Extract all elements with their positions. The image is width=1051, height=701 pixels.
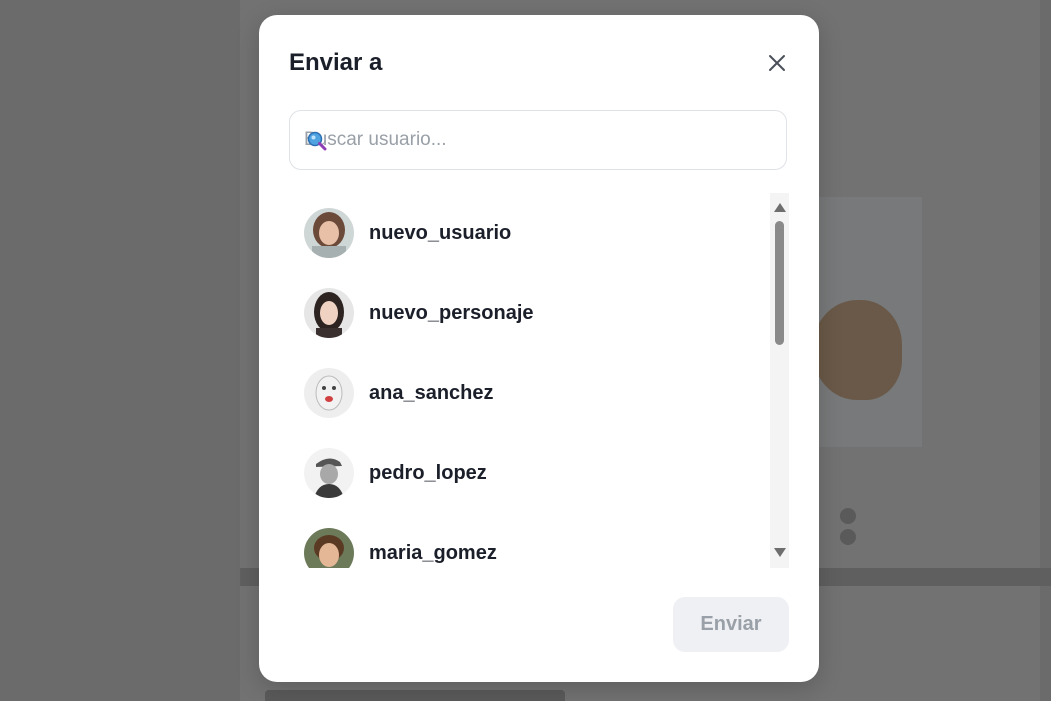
scrollbar-thumb[interactable] xyxy=(775,221,784,345)
scroll-down-arrow-icon[interactable] xyxy=(774,548,786,557)
close-icon xyxy=(769,55,785,71)
username: maria_gomez xyxy=(369,541,497,564)
username: ana_sanchez xyxy=(369,381,494,404)
search-input[interactable] xyxy=(304,111,774,169)
user-list: nuevo_usuario nuevo_personaje ana_sanche… xyxy=(289,193,789,568)
background-post-actions xyxy=(840,508,884,545)
send-button[interactable]: Enviar xyxy=(673,597,789,652)
user-row[interactable]: nuevo_personaje xyxy=(289,273,759,353)
user-list-scrollbar[interactable] xyxy=(770,193,789,568)
background-post-object xyxy=(812,300,902,400)
avatar xyxy=(304,288,354,338)
user-row[interactable]: ana_sanchez xyxy=(289,353,759,433)
avatar xyxy=(304,528,354,568)
search-icon xyxy=(307,131,327,151)
user-row[interactable]: pedro_lopez xyxy=(289,433,759,513)
scroll-up-arrow-icon[interactable] xyxy=(774,203,786,212)
background-action-icon xyxy=(840,508,856,524)
user-row[interactable]: nuevo_usuario xyxy=(289,193,759,273)
username: nuevo_personaje xyxy=(369,301,534,324)
user-row[interactable]: maria_gomez xyxy=(289,513,759,568)
dialog-title: Enviar a xyxy=(289,49,383,76)
avatar xyxy=(304,448,354,498)
page: Enviar a Buscar usuario... nuevo_usuario… xyxy=(0,0,1051,701)
username: pedro_lopez xyxy=(369,461,487,484)
background-text xyxy=(265,690,565,701)
username: nuevo_usuario xyxy=(369,221,512,244)
background-action-icon xyxy=(840,529,856,545)
send-to-dialog: Enviar a Buscar usuario... nuevo_usuario… xyxy=(259,15,819,682)
avatar xyxy=(304,208,354,258)
close-button[interactable] xyxy=(764,50,790,76)
search-box xyxy=(289,110,787,170)
avatar xyxy=(304,368,354,418)
